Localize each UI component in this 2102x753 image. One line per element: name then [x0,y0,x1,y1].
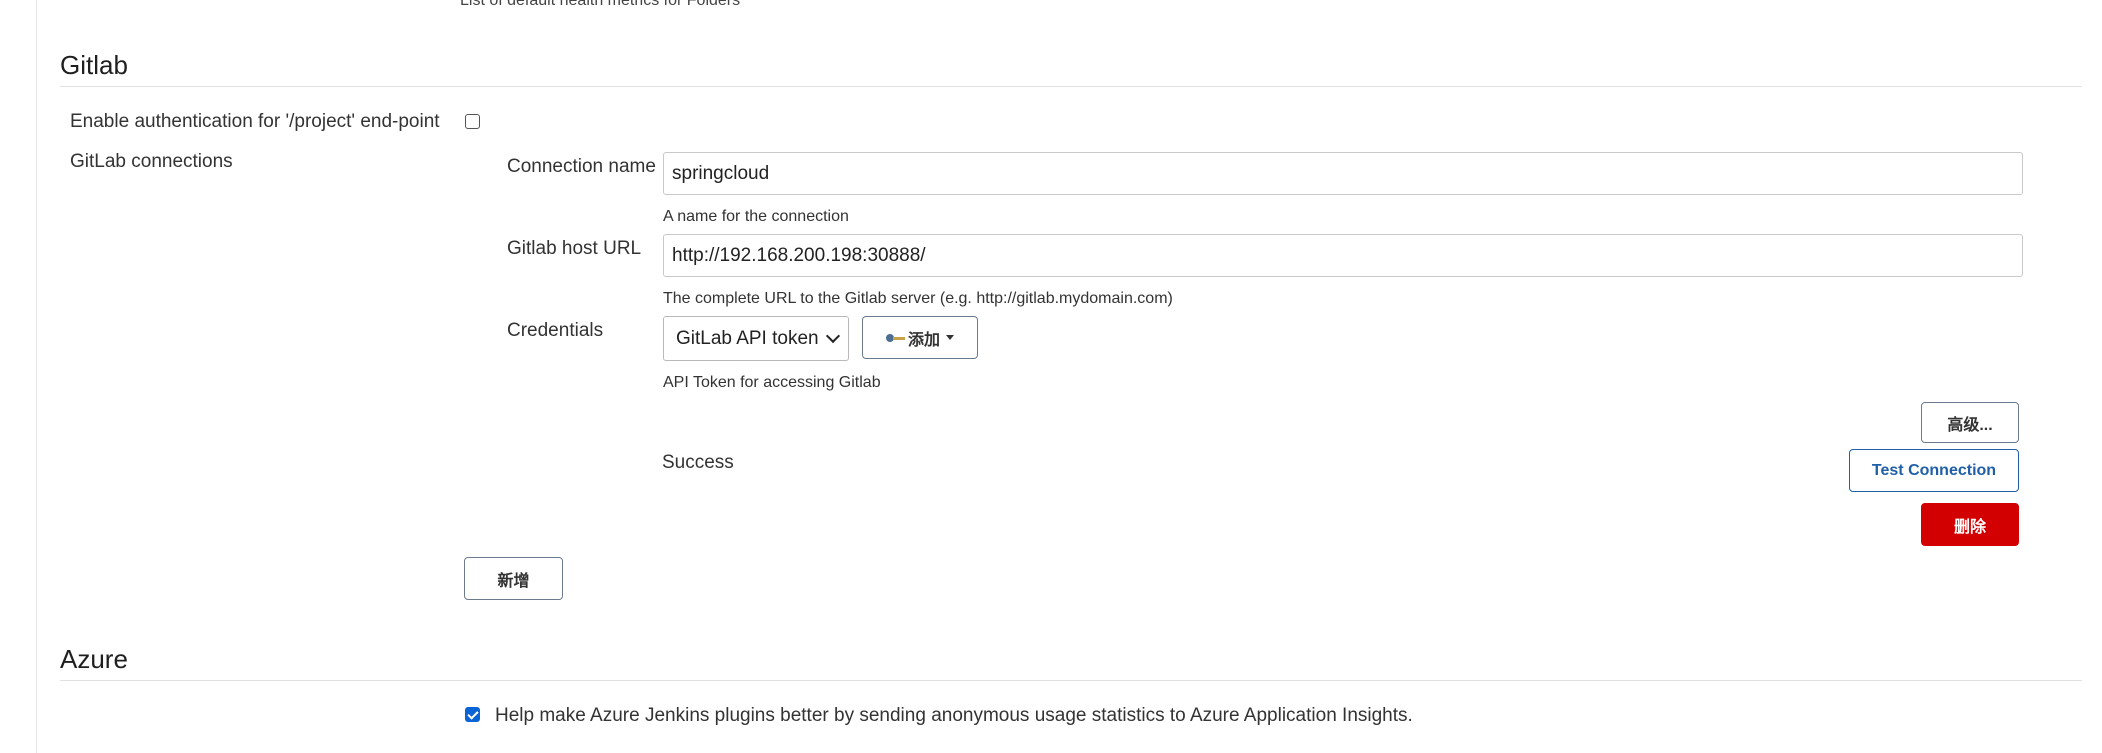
test-connection-status: Success [662,452,734,473]
connection-name-input[interactable] [663,152,2023,195]
test-connection-button[interactable]: Test Connection [1849,449,2019,492]
gitlab-host-url-label: Gitlab host URL [507,238,642,259]
add-credentials-button[interactable]: 添加 [862,316,978,359]
gitlab-section-title: Gitlab [60,50,128,80]
gitlab-section-divider [60,86,2082,87]
credentials-select[interactable]: GitLab API token [663,316,849,361]
add-connection-button[interactable]: 新增 [464,557,563,600]
azure-usage-checkbox[interactable] [465,707,480,722]
chevron-down-icon [825,328,841,344]
gitlab-host-url-help: The complete URL to the Gitlab server (e… [663,290,1173,307]
connection-name-label: Connection name [507,156,656,177]
azure-section-divider [60,680,2082,681]
add-credentials-label: 添加 [907,331,940,349]
gitlab-host-url-input[interactable] [663,234,2023,277]
folders-health-description: List of default health metrics for Folde… [460,0,741,9]
key-icon [885,333,906,343]
advanced-button[interactable]: 高级... [1921,402,2019,443]
azure-usage-label: Help make Azure Jenkins plugins better b… [495,705,1413,726]
azure-section-title: Azure [60,644,128,674]
credentials-selected-value: GitLab API token [676,327,819,349]
connection-name-help: A name for the connection [663,208,849,225]
page-left-border [36,0,37,753]
credentials-help: API Token for accessing Gitlab [663,374,881,391]
gitlab-connections-label: GitLab connections [70,151,233,172]
enable-auth-label: Enable authentication for '/project' end… [70,111,440,132]
enable-auth-checkbox[interactable] [465,114,480,129]
caret-down-icon [946,335,954,340]
credentials-label: Credentials [507,320,604,341]
delete-connection-button[interactable]: 删除 [1921,503,2019,546]
